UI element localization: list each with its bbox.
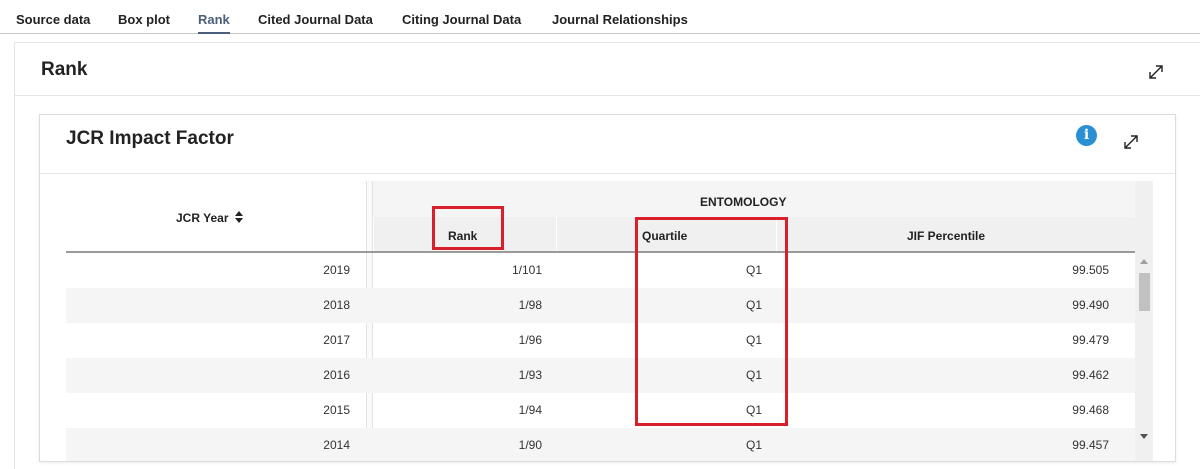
card-title: JCR Impact Factor [66, 128, 234, 149]
tab-journal-relationships[interactable]: Journal Relationships [552, 12, 688, 27]
cell-percentile: 99.490 [1072, 298, 1109, 312]
cell-year: 2017 [323, 333, 350, 347]
cell-percentile: 99.462 [1072, 368, 1109, 382]
scroll-thumb[interactable] [1139, 273, 1150, 311]
cell-rank: 1/98 [518, 298, 542, 312]
cell-year: 2019 [323, 263, 350, 277]
cell-rank: 1/101 [511, 263, 542, 277]
cell-quartile: Q1 [745, 438, 762, 452]
tab-bar: Source data Box plot Rank Cited Journal … [0, 0, 1200, 34]
cell-quartile: Q1 [745, 403, 762, 417]
cell-percentile: 99.479 [1072, 333, 1109, 347]
cell-year: 2015 [323, 403, 350, 417]
cell-percentile: 99.505 [1072, 263, 1109, 277]
cell-rank: 1/94 [518, 403, 542, 417]
jcr-impact-factor-card: JCR Impact Factor i JCR Year ENTOMOLOGY … [39, 114, 1176, 462]
quartile-column-header: Quartile [642, 229, 688, 243]
table-row: 2016 1/93 Q1 99.462 [66, 358, 1135, 393]
cell-rank: 1/93 [518, 368, 542, 382]
cell-rank: 1/96 [518, 333, 542, 347]
card-divider [40, 173, 1175, 174]
cell-year: 2018 [323, 298, 350, 312]
panel-divider [15, 95, 1200, 96]
table-row: 2017 1/96 Q1 99.479 [66, 323, 1135, 358]
rank-column-header: Rank [448, 229, 478, 243]
expand-icon[interactable] [1147, 63, 1165, 81]
table-row: 2014 1/90 Q1 99.457 [66, 428, 1135, 461]
cell-quartile: Q1 [745, 333, 762, 347]
tab-citing-journal-data[interactable]: Citing Journal Data [402, 12, 521, 27]
table-row: 2019 1/101 Q1 99.505 [66, 253, 1135, 288]
scroll-up-arrow-icon[interactable] [1135, 255, 1153, 269]
cell-rank: 1/90 [518, 438, 542, 452]
tab-box-plot[interactable]: Box plot [118, 12, 170, 27]
cell-percentile: 99.457 [1072, 438, 1109, 452]
jcr-year-header[interactable]: JCR Year [176, 211, 243, 226]
sort-icon[interactable] [234, 211, 243, 226]
table-row: 2018 1/98 Q1 99.490 [66, 288, 1135, 323]
cell-quartile: Q1 [745, 368, 762, 382]
info-icon[interactable]: i [1076, 125, 1097, 146]
cell-year: 2014 [323, 438, 350, 452]
cell-percentile: 99.468 [1072, 403, 1109, 417]
panel-title: Rank [41, 59, 88, 80]
jcr-year-header-label: JCR Year [176, 211, 229, 225]
scroll-down-arrow-icon[interactable] [1135, 429, 1153, 443]
tab-cited-journal-data[interactable]: Cited Journal Data [258, 12, 373, 27]
cell-quartile: Q1 [745, 263, 762, 277]
cell-quartile: Q1 [745, 298, 762, 312]
tab-rank[interactable]: Rank [198, 12, 230, 34]
tab-source-data[interactable]: Source data [16, 12, 90, 27]
rank-table: JCR Year ENTOMOLOGY Rank Quartile JIF Pe… [66, 181, 1153, 461]
cell-year: 2016 [323, 368, 350, 382]
expand-icon[interactable] [1122, 133, 1140, 151]
table-scrollbar[interactable] [1135, 181, 1153, 461]
table-row: 2015 1/94 Q1 99.468 [66, 393, 1135, 428]
jif-percentile-column-header: JIF Percentile [907, 229, 986, 243]
entomology-group-header: ENTOMOLOGY [700, 195, 787, 209]
